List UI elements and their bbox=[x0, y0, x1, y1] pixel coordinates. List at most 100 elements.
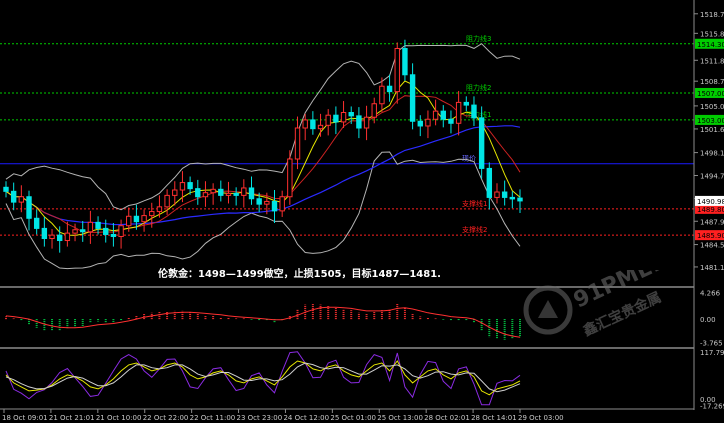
candle-body bbox=[448, 118, 454, 124]
candle-body bbox=[256, 198, 262, 205]
candle-body bbox=[409, 74, 416, 122]
level-tag-label: 1503.00 bbox=[697, 117, 724, 125]
candle-body bbox=[501, 191, 508, 198]
candle-body bbox=[517, 197, 523, 202]
candle-body bbox=[225, 192, 232, 196]
price-tick-label: 1518.75 bbox=[700, 11, 724, 19]
candle-body bbox=[348, 112, 354, 117]
price-tick-label: 1498.15 bbox=[700, 150, 724, 158]
candle-body bbox=[156, 206, 163, 213]
candle-body bbox=[340, 112, 347, 123]
candle-body bbox=[271, 200, 278, 212]
candle-body bbox=[248, 187, 255, 200]
candle-body bbox=[164, 194, 170, 208]
price-tick-label: 1508.75 bbox=[700, 78, 724, 86]
candle-body bbox=[110, 233, 117, 237]
candle-body bbox=[179, 182, 186, 191]
price-tick-label: 1511.85 bbox=[700, 57, 724, 65]
candle-body bbox=[471, 104, 477, 119]
level-label: 阻力线2 bbox=[466, 83, 491, 92]
candle-body bbox=[64, 232, 71, 242]
chart-annotation: 伦敦金：1498—1499做空，止损1505，目标1487—1481. bbox=[158, 267, 441, 280]
candle-body bbox=[72, 229, 78, 234]
candle-body bbox=[317, 124, 324, 130]
candle-body bbox=[279, 196, 285, 212]
macd-tick-label: 4.266 bbox=[700, 289, 721, 297]
candle-body bbox=[10, 190, 17, 203]
time-tick-label: 25 Oct 01:00 bbox=[330, 414, 376, 422]
candle-body bbox=[264, 200, 270, 205]
time-tick-label: 28 Oct 14:01 bbox=[471, 414, 517, 422]
candle-body bbox=[440, 110, 446, 120]
candle-body bbox=[302, 119, 308, 129]
candle-body bbox=[363, 116, 370, 129]
candle-body bbox=[402, 47, 408, 76]
candle-body bbox=[218, 188, 224, 196]
candle-body bbox=[509, 196, 516, 200]
candle-body bbox=[463, 101, 469, 106]
candle-body bbox=[394, 47, 400, 93]
candle-body bbox=[18, 196, 25, 203]
time-tick-label: 23 Oct 23:00 bbox=[237, 414, 283, 422]
candle-body bbox=[371, 103, 377, 118]
candle-body bbox=[494, 191, 500, 198]
macd-tick-label: 0.00 bbox=[700, 316, 716, 324]
candle-body bbox=[294, 127, 301, 160]
candle-body bbox=[187, 182, 193, 190]
level-label: 阻力线1 bbox=[466, 110, 491, 119]
candle-body bbox=[103, 227, 109, 235]
candle-body bbox=[49, 234, 55, 240]
level-tag-label: 1489.80 bbox=[697, 206, 724, 214]
candle-body bbox=[95, 221, 101, 229]
stoch-tick-label: -17.2693 bbox=[700, 403, 724, 411]
macd-tick-label: -3.765 bbox=[700, 340, 723, 348]
price-tick-label: 1515.85 bbox=[700, 30, 724, 38]
candle-body bbox=[202, 192, 209, 198]
level-label: 阻力线3 bbox=[466, 34, 491, 43]
candle-body bbox=[425, 118, 431, 127]
main-panel bbox=[0, 0, 694, 286]
stoch-tick-label: 117.7911 bbox=[700, 349, 724, 357]
price-tick-label: 1505.08 bbox=[700, 103, 724, 111]
time-tick-label: 25 Oct 13:00 bbox=[377, 414, 423, 422]
price-tick-label: 1501.66 bbox=[700, 126, 724, 134]
candle-body bbox=[432, 110, 439, 120]
candle-body bbox=[417, 120, 423, 127]
candle-body bbox=[310, 119, 316, 130]
current-price-label: 1490.98 bbox=[697, 198, 724, 206]
candle-body bbox=[195, 188, 201, 198]
candle-body bbox=[478, 117, 485, 169]
time-tick-label: 28 Oct 02:01 bbox=[424, 414, 470, 422]
candle-body bbox=[141, 215, 147, 223]
time-tick-label: 24 Oct 12:00 bbox=[283, 414, 329, 422]
candle-body bbox=[133, 215, 140, 223]
candle-body bbox=[241, 187, 247, 196]
candle-body bbox=[118, 225, 124, 237]
price-tick-label: 1494.75 bbox=[700, 173, 724, 181]
time-tick-label: 22 Oct 11:00 bbox=[190, 414, 236, 422]
level-label: 支撑线2 bbox=[462, 225, 487, 234]
level-label: 支撑线1 bbox=[462, 199, 487, 208]
candle-body bbox=[26, 196, 32, 219]
time-tick-label: 18 Oct 09:01 bbox=[2, 414, 48, 422]
candle-body bbox=[233, 192, 239, 196]
candle-body bbox=[172, 189, 178, 196]
price-tick-label: 1481.18 bbox=[700, 264, 724, 272]
candle-body bbox=[379, 85, 385, 105]
candle-body bbox=[325, 114, 331, 126]
level-tag-label: 1507.00 bbox=[697, 90, 724, 98]
time-tick-label: 22 Oct 22:00 bbox=[143, 414, 189, 422]
candle-body bbox=[210, 188, 216, 194]
time-tick-label: 29 Oct 03:00 bbox=[518, 414, 564, 422]
price-tick-label: 1484.50 bbox=[700, 242, 724, 250]
candle-body bbox=[356, 115, 362, 129]
candle-body bbox=[57, 234, 63, 242]
price-tick-label: 1487.96 bbox=[700, 218, 724, 226]
candle-body bbox=[87, 221, 94, 233]
candle-body bbox=[486, 167, 493, 198]
candle-body bbox=[287, 158, 293, 198]
candle-body bbox=[455, 101, 462, 124]
candle-body bbox=[386, 85, 393, 93]
candle-body bbox=[149, 211, 155, 217]
time-tick-label: 21 Oct 10:00 bbox=[96, 414, 142, 422]
